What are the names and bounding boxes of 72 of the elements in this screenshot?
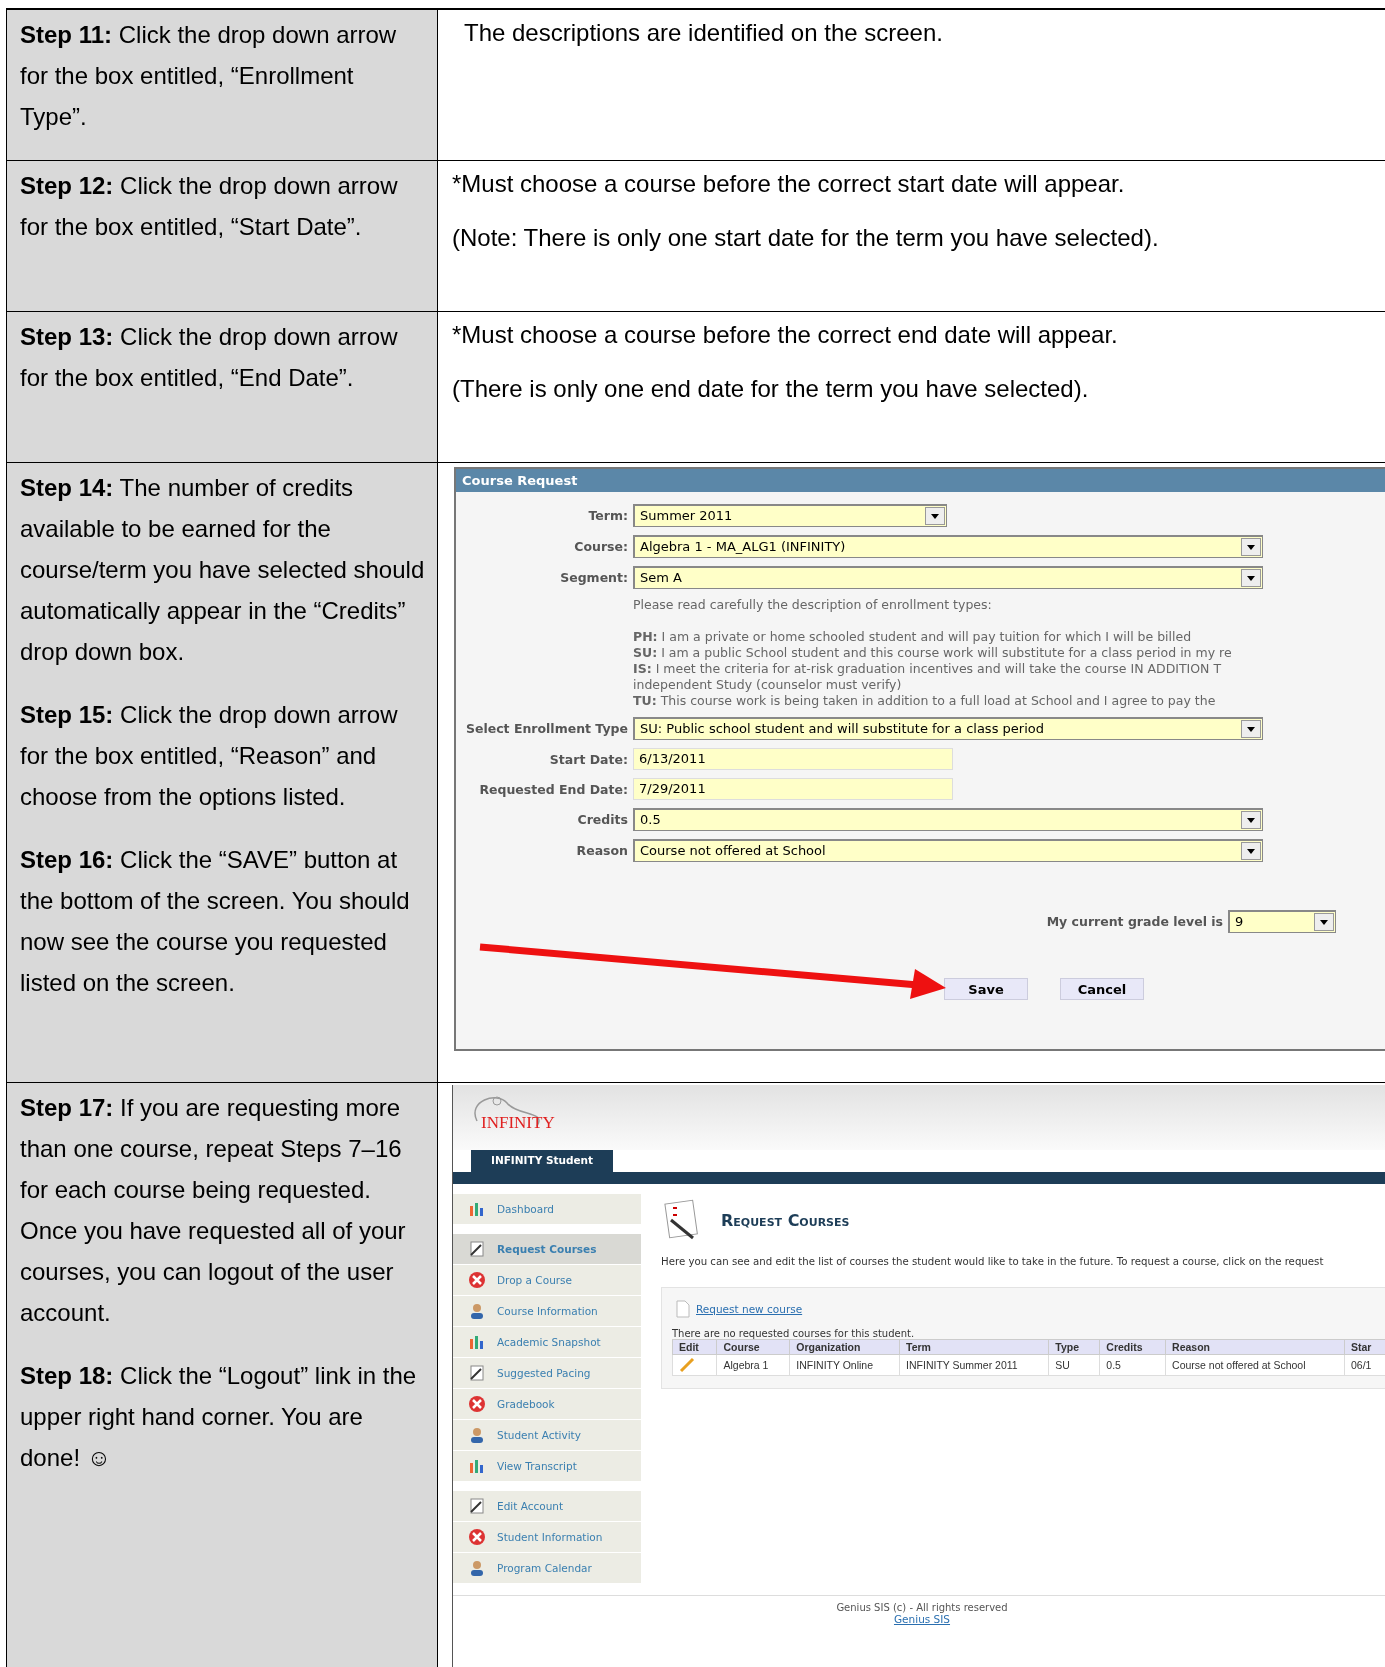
enrollment-type-description: independent Study (counselor must verify) [633, 677, 903, 693]
column-header: Credits [1099, 1339, 1166, 1355]
save-button[interactable]: Save [944, 978, 1028, 1000]
sidebar-item[interactable]: Course Information [453, 1296, 641, 1327]
column-header: Term [899, 1339, 1049, 1355]
column-header: Star [1344, 1339, 1385, 1355]
column-header: Organization [789, 1339, 900, 1355]
infinity-logo: INFINITY [467, 1091, 557, 1141]
step-instruction: Step 17: If you are requesting more than one course, repeat Steps 7–16 for each course being requested. Once you have requested all of your courses, you can logout of the user account. [20, 1093, 407, 1328]
dropdown-field[interactable]: Algebra 1 - MA_ALG1 (INFINITY) [633, 535, 1263, 558]
dropdown-field[interactable]: 0.5 [633, 808, 1263, 831]
column-header: Edit [672, 1339, 717, 1355]
portal-tab[interactable]: INFINITY Student [471, 1150, 614, 1172]
pencil-icon[interactable] [679, 1357, 695, 1373]
sidebar-item[interactable]: Dashboard [453, 1194, 641, 1225]
enrollment-type-description: SU: I am a public School student and this course work will substitute for a class period in my re [633, 645, 1233, 661]
sidebar-item[interactable]: Gradebook [453, 1389, 641, 1420]
field-label: Segment: [559, 571, 629, 584]
document-icon [676, 1300, 690, 1318]
footer-link[interactable]: Genius SIS [893, 1613, 951, 1625]
enrollment-type-description: TU: This course work is being taken in addition to a full load at School and I agree to pay the [633, 693, 1217, 709]
column-header: Reason [1165, 1339, 1345, 1355]
sidebar-item[interactable]: Request Courses [453, 1234, 641, 1265]
column-header: Course [717, 1339, 790, 1355]
step-instruction: Step 13: Click the drop down arrow for the box entitled, “End Date”. [20, 322, 399, 393]
grade-dropdown[interactable]: 9 [1228, 910, 1336, 933]
copyright-text: Genius SIS (c) - All rights reserved [835, 1602, 1009, 1613]
step-instruction: Step 14: The number of credits available to be earned for the course/term you have selected should automatically appear in the “Credits” drop down box. [20, 473, 425, 667]
sidebar-item[interactable]: Academic Snapshot [453, 1327, 641, 1358]
page-title: Request Courses [721, 1210, 850, 1230]
sidebar-item[interactable]: Program Calendar [453, 1553, 641, 1584]
step-instruction: Step 15: Click the drop down arrow for the box entitled, “Reason” and choose from the options listed. [20, 700, 399, 812]
sidebar-item[interactable]: Edit Account [453, 1491, 641, 1522]
cancel-button[interactable]: Cancel [1060, 978, 1144, 1000]
field-label: Start Date: [548, 752, 629, 766]
field-label: Term: [587, 509, 629, 522]
sidebar-item[interactable]: Student Information [453, 1522, 641, 1553]
field-label: Credits [576, 813, 629, 826]
note-text: *Must choose a course before the correct end date will appear. [452, 320, 1119, 350]
panel-title: Course Request [456, 469, 1385, 492]
date-field[interactable]: 7/29/2011 [633, 778, 953, 800]
request-new-course-link[interactable]: Request new course [696, 1303, 803, 1315]
dropdown-field[interactable]: Summer 2011 [633, 504, 947, 527]
close-icon [467, 1270, 487, 1290]
note-text: (Note: There is only one start date for the term you have selected). [452, 223, 1160, 253]
step-instruction: Step 12: Click the drop down arrow for the box entitled, “Start Date”. [20, 171, 399, 242]
page-description: Here you can see and edit the list of courses the student would like to take in the future. To request a course, click on the request [661, 1256, 1325, 1267]
sidebar-item[interactable]: Student Activity [453, 1420, 641, 1451]
empty-message: There are no requested courses for this student. [672, 1328, 916, 1339]
note-text: The descriptions are identified on the screen. [464, 18, 944, 48]
field-label: Requested End Date: [478, 782, 629, 796]
field-label: Reason [575, 844, 629, 857]
step-instruction: Step 16: Click the “SAVE” button at the bottom of the screen. You should now see the course you requested listed on the screen. [20, 845, 411, 998]
instruction-text: Please read carefully the description of enrollment types: [633, 597, 993, 612]
field-label: Course: [573, 540, 629, 553]
field-label: Select Enrollment Type [464, 722, 629, 735]
enrollment-type-description: IS: I meet the criteria for at-risk graduation incentives and will take the course IN ADDITION T [633, 661, 1223, 677]
column-header: Type [1048, 1339, 1100, 1355]
note-text: *Must choose a course before the correct start date will appear. [452, 169, 1126, 199]
note-text: (There is only one end date for the term you have selected). [452, 374, 1090, 404]
enrollment-type-description: PH: I am a private or home schooled student and will pay tuition for which I will be billed [633, 629, 1193, 645]
dropdown-field[interactable]: SU: Public school student and will substitute for a class period [633, 717, 1263, 740]
date-field[interactable]: 6/13/2011 [633, 748, 953, 770]
sidebar-item[interactable]: Drop a Course [453, 1265, 641, 1296]
step-instruction: Step 11: Click the drop down arrow for the box entitled, “Enrollment Type”. [20, 20, 398, 132]
sidebar-item[interactable]: Suggested Pacing [453, 1358, 641, 1389]
field-label: My current grade level is [1046, 915, 1224, 928]
dropdown-field[interactable]: Sem A [633, 566, 1263, 589]
sidebar-item[interactable]: View Transcript [453, 1451, 641, 1482]
dropdown-field[interactable]: Course not offered at School [633, 839, 1263, 862]
pen-paper-icon [467, 1239, 487, 1259]
step-instruction: Step 18: Click the “Logout” link in the upper right hand corner. You are done! ☺ [20, 1361, 418, 1473]
